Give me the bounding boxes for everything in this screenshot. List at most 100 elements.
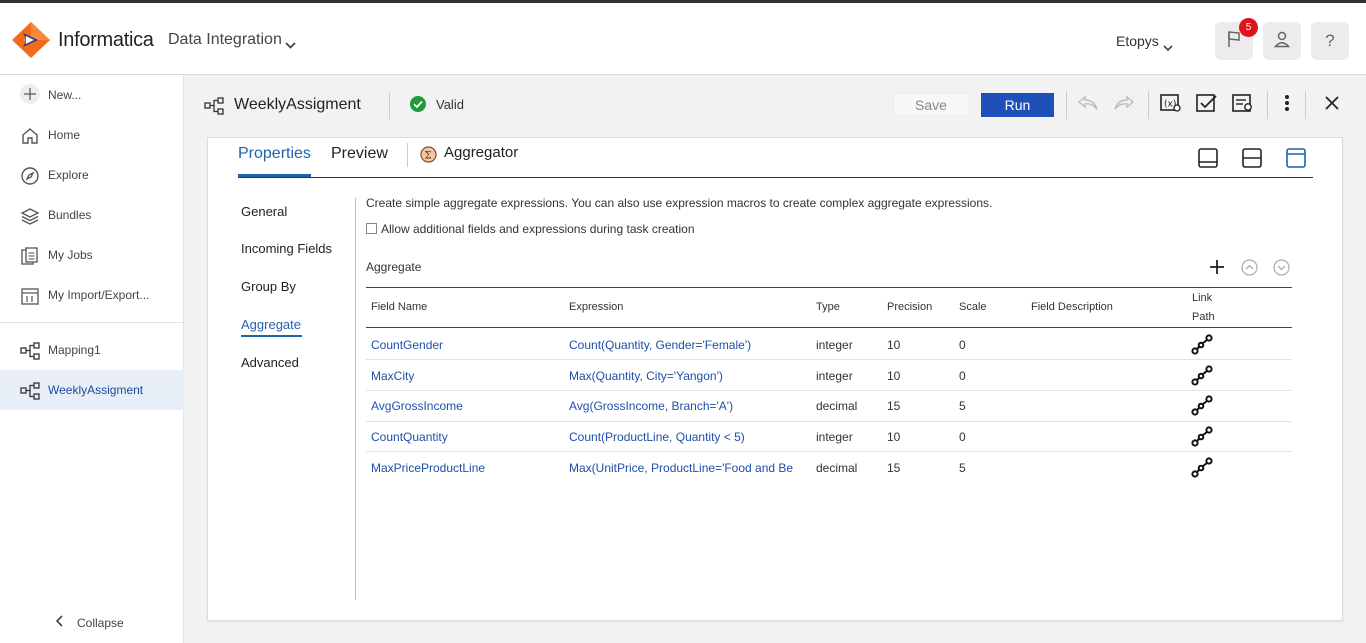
toolbar-divider xyxy=(1267,91,1268,119)
validate-button[interactable] xyxy=(1195,93,1219,117)
cell-field-name[interactable]: CountGender xyxy=(371,338,443,352)
row-divider xyxy=(366,359,1292,360)
mapping-icon xyxy=(20,341,40,361)
row-divider xyxy=(366,421,1292,422)
plus-icon xyxy=(20,84,40,104)
nav-aggregate[interactable]: Aggregate xyxy=(241,317,301,332)
cell-expression[interactable]: Max(Quantity, City='Yangon') xyxy=(569,369,811,383)
panel-split-layout-button[interactable] xyxy=(1241,147,1263,174)
chevron-down-icon[interactable] xyxy=(285,36,296,54)
col-header-link: Link xyxy=(1192,292,1213,304)
redo-icon xyxy=(1113,95,1135,116)
cell-expression[interactable]: Count(ProductLine, Quantity < 5) xyxy=(569,430,811,444)
undo-button[interactable] xyxy=(1076,93,1100,117)
sidebar-item-label: Home xyxy=(48,128,81,142)
save-button[interactable]: Save xyxy=(893,93,969,116)
sidebar-item-weeklyassigment[interactable]: WeeklyAssigment xyxy=(0,370,184,410)
header-divider xyxy=(389,93,390,119)
collapse-label: Collapse xyxy=(77,615,124,630)
product-switcher[interactable]: Data Integration xyxy=(168,31,282,49)
col-header-precision: Precision xyxy=(887,301,933,313)
informatica-logo-icon xyxy=(12,22,50,63)
close-button[interactable] xyxy=(1320,93,1344,117)
cell-precision: 10 xyxy=(887,338,901,352)
sidebar-item-label: My Jobs xyxy=(48,248,93,262)
tab-preview[interactable]: Preview xyxy=(331,145,388,163)
cell-scale: 5 xyxy=(959,399,966,413)
move-down-button[interactable] xyxy=(1273,259,1290,281)
sidebar-item-label: Explore xyxy=(48,168,89,182)
org-selector[interactable]: Etopys xyxy=(1116,33,1159,49)
chevron-down-circle-icon xyxy=(1273,259,1290,280)
nav-incoming-fields[interactable]: Incoming Fields xyxy=(241,241,332,256)
parameters-button[interactable]: (x) xyxy=(1159,93,1183,117)
cell-type: decimal xyxy=(816,461,858,475)
cell-precision: 10 xyxy=(887,369,901,383)
link-path-icon[interactable] xyxy=(1190,365,1214,387)
move-up-button[interactable] xyxy=(1241,259,1258,281)
link-path-icon[interactable] xyxy=(1190,395,1214,417)
link-path-icon[interactable] xyxy=(1190,334,1214,356)
sidebar-item-import-export[interactable]: My Import/Export... xyxy=(0,275,184,315)
validation-status: Valid xyxy=(436,97,464,112)
sidebar-item-home[interactable]: Home xyxy=(0,115,184,155)
cell-scale: 0 xyxy=(959,338,966,352)
section-line xyxy=(366,287,1292,288)
cell-expression[interactable]: Count(Quantity, Gender='Female') xyxy=(569,338,811,352)
cell-scale: 0 xyxy=(959,430,966,444)
mapping-icon xyxy=(204,96,224,121)
sidebar-item-label: Bundles xyxy=(48,208,92,222)
cell-scale: 0 xyxy=(959,369,966,383)
col-header-path: Path xyxy=(1192,311,1215,323)
aggregate-description: Create simple aggregate expressions. You… xyxy=(366,196,993,210)
sidebar-item-bundles[interactable]: Bundles xyxy=(0,195,184,235)
layout-bottom-icon xyxy=(1197,148,1219,173)
tab-properties[interactable]: Properties xyxy=(238,145,311,163)
brand-name: Informatica xyxy=(58,29,154,51)
nav-general[interactable]: General xyxy=(241,204,287,219)
allow-fields-checkbox[interactable] xyxy=(366,223,377,234)
cell-type: integer xyxy=(816,430,853,444)
sidebar-item-label: Mapping1 xyxy=(48,343,101,357)
aggregator-icon: Σ xyxy=(420,146,437,168)
row-divider xyxy=(366,390,1292,391)
table-header-line xyxy=(366,327,1292,328)
cell-expression[interactable]: Avg(GrossIncome, Branch='A') xyxy=(569,399,811,413)
sidebar-item-label: My Import/Export... xyxy=(48,288,150,302)
sidebar-item-my-jobs[interactable]: My Jobs xyxy=(0,235,184,275)
collapse-button[interactable]: Collapse xyxy=(55,615,124,630)
more-options-button[interactable] xyxy=(1275,93,1299,117)
cell-precision: 15 xyxy=(887,399,901,413)
col-header-expression: Expression xyxy=(569,301,624,313)
more-vertical-icon xyxy=(1284,94,1290,117)
chevron-down-icon[interactable] xyxy=(1163,38,1173,56)
user-profile-button[interactable] xyxy=(1263,22,1301,60)
sidebar-item-new[interactable]: New... xyxy=(0,75,184,115)
add-field-button[interactable] xyxy=(1209,259,1225,280)
tab-divider xyxy=(407,143,408,167)
sidebar-item-label: New... xyxy=(48,88,82,102)
link-path-icon[interactable] xyxy=(1190,457,1214,479)
nav-group-by[interactable]: Group By xyxy=(241,279,296,294)
cell-expression[interactable]: Max(UnitPrice, ProductLine='Food and Be xyxy=(569,461,811,475)
link-path-icon[interactable] xyxy=(1190,426,1214,448)
run-button[interactable]: Run xyxy=(981,93,1054,117)
cell-field-name[interactable]: MaxCity xyxy=(371,369,414,383)
toolbar-divider xyxy=(1148,91,1149,119)
explore-icon xyxy=(20,166,40,186)
redo-button[interactable] xyxy=(1112,93,1136,117)
panel-maximize-layout-button[interactable] xyxy=(1285,147,1307,174)
asset-header: WeeklyAssigment Valid xyxy=(184,75,1366,135)
help-button[interactable]: ? xyxy=(1311,22,1349,60)
chevron-up-circle-icon xyxy=(1241,259,1258,280)
cell-field-name[interactable]: CountQuantity xyxy=(371,430,448,444)
cell-field-name[interactable]: AvgGrossIncome xyxy=(371,399,463,413)
nav-advanced[interactable]: Advanced xyxy=(241,355,299,370)
sidebar-item-mapping1[interactable]: Mapping1 xyxy=(0,330,184,370)
panel-bottom-layout-button[interactable] xyxy=(1197,147,1219,174)
col-header-scale: Scale xyxy=(959,301,987,313)
cell-field-name[interactable]: MaxPriceProductLine xyxy=(371,461,485,475)
sidebar-item-explore[interactable]: Explore xyxy=(0,155,184,195)
properties-button[interactable] xyxy=(1231,93,1255,117)
svg-text:Σ: Σ xyxy=(425,151,432,162)
